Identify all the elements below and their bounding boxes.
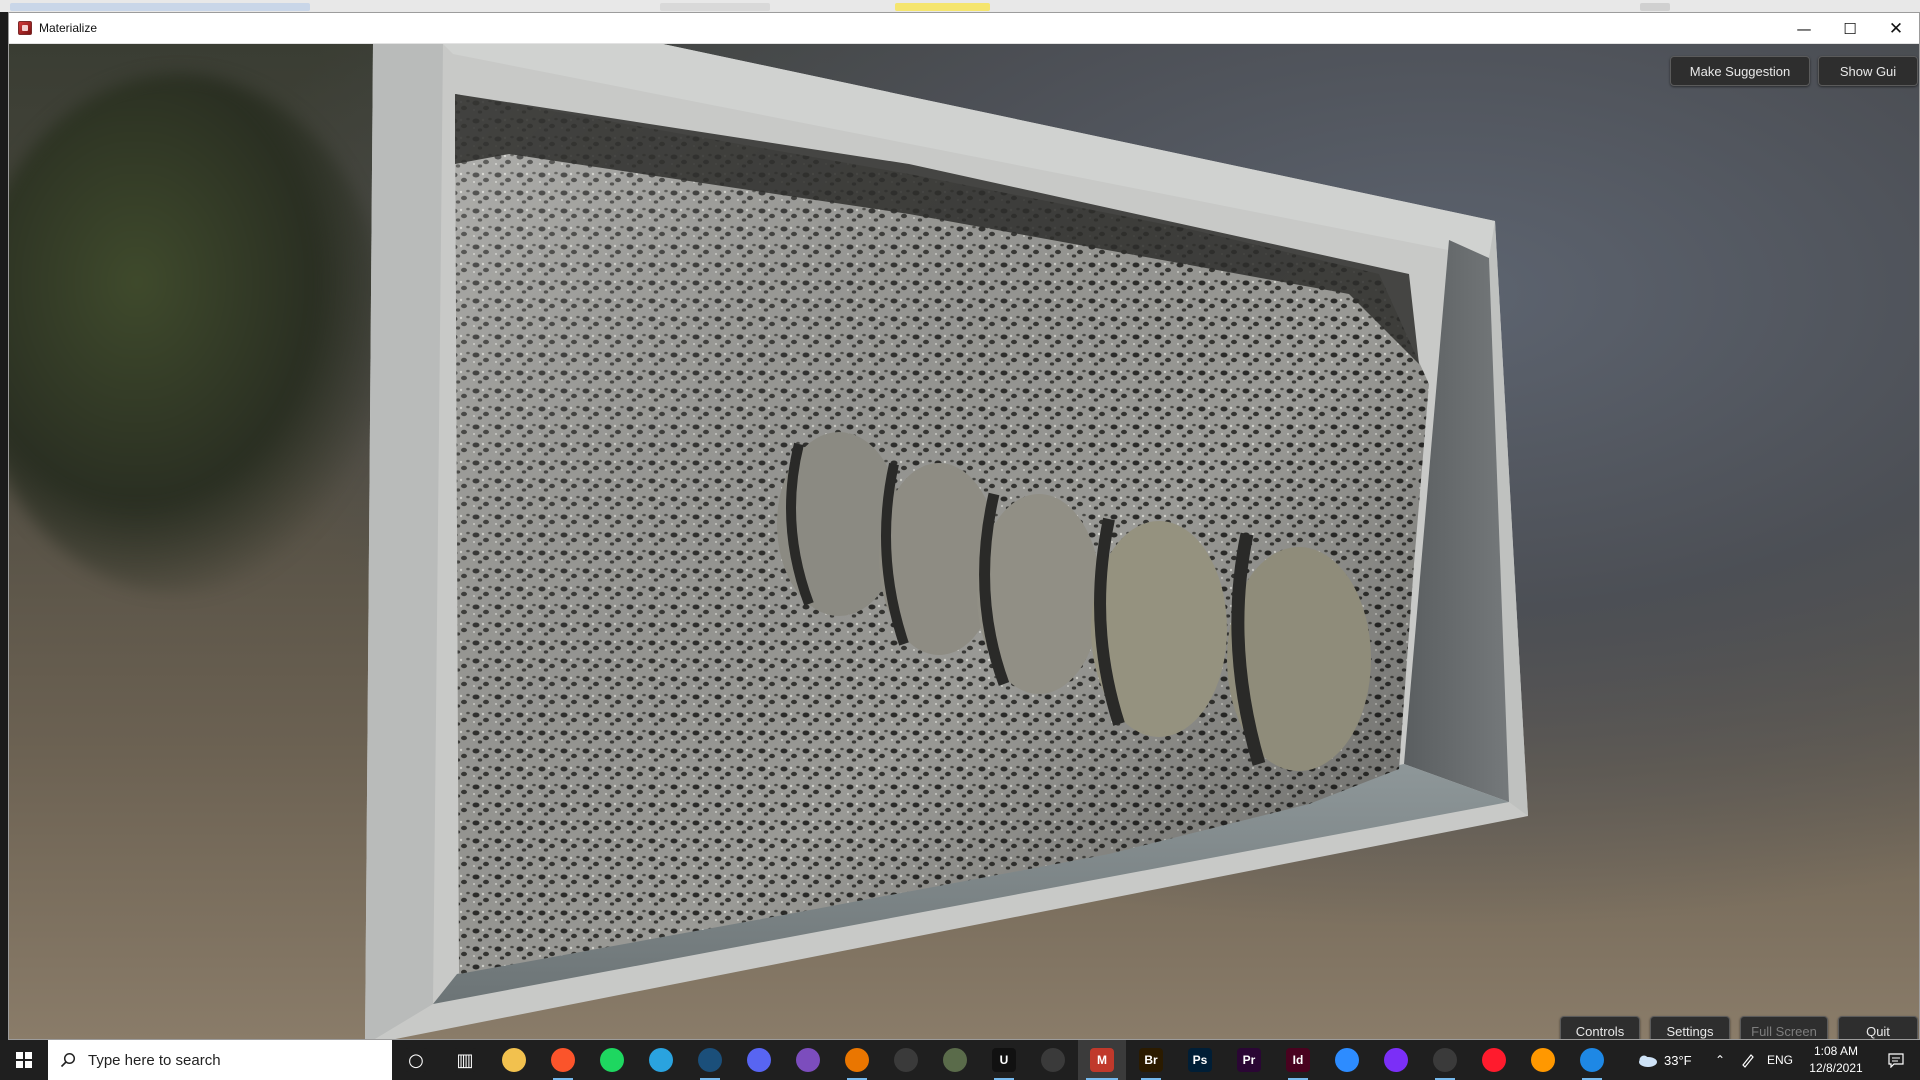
- action-center-button[interactable]: [1876, 1040, 1916, 1080]
- weather-temperature: 33°F: [1664, 1052, 1692, 1068]
- pen-icon: [1742, 1054, 1754, 1068]
- opera-icon: [1482, 1048, 1506, 1072]
- search-icon: [60, 1052, 76, 1068]
- taskbar-button-browser-blue[interactable]: [1568, 1040, 1616, 1080]
- books-icon: [1433, 1048, 1457, 1072]
- file-explorer-icon: [502, 1048, 526, 1072]
- taskbar-button-visual-studio-code[interactable]: [882, 1040, 930, 1080]
- quit-button[interactable]: Quit: [1838, 1016, 1918, 1039]
- taskbar-button-task-view[interactable]: ▥: [441, 1040, 489, 1080]
- taskbar-button-materialize-taskbar[interactable]: M: [1078, 1040, 1126, 1080]
- taskbar-button-spotify[interactable]: [588, 1040, 636, 1080]
- taskbar-button-github-desktop[interactable]: [784, 1040, 832, 1080]
- title-bar[interactable]: Materialize — ☐ ✕: [9, 13, 1919, 44]
- taskbar-button-file-explorer[interactable]: [490, 1040, 538, 1080]
- taskbar-button-bridge[interactable]: Br: [1127, 1040, 1175, 1080]
- photoshop-icon: Ps: [1188, 1048, 1212, 1072]
- taskbar-button-opera[interactable]: [1470, 1040, 1518, 1080]
- minimize-button[interactable]: —: [1781, 13, 1827, 44]
- maximize-button[interactable]: ☐: [1827, 13, 1873, 44]
- task-view-icon: ▥: [453, 1048, 477, 1072]
- taskbar: Type here to search ○ ▥ U M Br Ps Pr Id 33°F ⌃ …: [0, 1040, 1920, 1080]
- blender-icon: [845, 1048, 869, 1072]
- unreal-engine-icon: U: [992, 1048, 1016, 1072]
- edge-icon: [1041, 1048, 1065, 1072]
- zoom-icon: [1335, 1048, 1359, 1072]
- search-placeholder: Type here to search: [88, 1052, 221, 1069]
- frame-left-face: [365, 44, 443, 1039]
- taskbar-button-books[interactable]: [1421, 1040, 1469, 1080]
- taskbar-button-telegram[interactable]: [637, 1040, 685, 1080]
- telegram-icon: [649, 1048, 673, 1072]
- taskbar-button-brave[interactable]: [539, 1040, 587, 1080]
- show-gui-button[interactable]: Show Gui: [1818, 56, 1918, 86]
- window-title: Materialize: [39, 21, 98, 35]
- taskbar-button-steam[interactable]: [686, 1040, 734, 1080]
- visual-studio-code-icon: [894, 1048, 918, 1072]
- taskbar-button-edge[interactable]: [1029, 1040, 1077, 1080]
- spotify-icon: [600, 1048, 624, 1072]
- materialize-taskbar-icon: M: [1090, 1048, 1114, 1072]
- steam-icon: [698, 1048, 722, 1072]
- bridge-icon: Br: [1139, 1048, 1163, 1072]
- taskbar-button-indesign[interactable]: Id: [1274, 1040, 1322, 1080]
- make-suggestion-button[interactable]: Make Suggestion: [1670, 56, 1810, 86]
- taskbar-button-zoom[interactable]: [1323, 1040, 1371, 1080]
- close-button[interactable]: ✕: [1873, 13, 1919, 44]
- settings-button[interactable]: Settings: [1650, 1016, 1730, 1039]
- clock-date: 12/8/2021: [1809, 1061, 1863, 1075]
- pen-workspace-icon[interactable]: [1738, 1040, 1758, 1080]
- taskbar-button-cortana[interactable]: ○: [392, 1040, 440, 1080]
- cloudy-night-icon: [1639, 1055, 1657, 1067]
- full-screen-button[interactable]: Full Screen: [1740, 1016, 1828, 1039]
- materialize-window: Materialize — ☐ ✕ Make Suggestion Show G…: [8, 12, 1920, 1040]
- discord-icon: [747, 1048, 771, 1072]
- taskbar-button-premiere[interactable]: Pr: [1225, 1040, 1273, 1080]
- brave-icon: [551, 1048, 575, 1072]
- taskbar-button-blender[interactable]: [833, 1040, 881, 1080]
- github-desktop-icon: [796, 1048, 820, 1072]
- taskbar-button-unreal-engine[interactable]: U: [980, 1040, 1028, 1080]
- 3d-viewport[interactable]: Make Suggestion Show Gui Controls Settin…: [9, 44, 1920, 1040]
- controls-button[interactable]: Controls: [1560, 1016, 1640, 1039]
- background-window-strip: [0, 0, 1920, 12]
- materialize-icon: [18, 21, 32, 35]
- indesign-icon: Id: [1286, 1048, 1310, 1072]
- taskbar-button-podcast[interactable]: [1372, 1040, 1420, 1080]
- taskbar-button-sublime-text[interactable]: [1519, 1040, 1567, 1080]
- taskbar-button-photoshop[interactable]: Ps: [1176, 1040, 1224, 1080]
- show-hidden-icons-chevron-icon[interactable]: ⌃: [1712, 1040, 1728, 1080]
- material-preview-scene[interactable]: [9, 44, 1920, 1040]
- search-box[interactable]: Type here to search: [48, 1040, 392, 1080]
- sublime-text-icon: [1531, 1048, 1555, 1072]
- weather-widget[interactable]: 33°F: [1636, 1040, 1696, 1080]
- premiere-icon: Pr: [1237, 1048, 1261, 1072]
- browser-blue-icon: [1580, 1048, 1604, 1072]
- start-button[interactable]: [0, 1040, 48, 1080]
- podcast-icon: [1384, 1048, 1408, 1072]
- taskbar-button-discord[interactable]: [735, 1040, 783, 1080]
- windows-logo-icon: [16, 1052, 32, 1068]
- clock-time: 1:08 AM: [1813, 1044, 1859, 1058]
- notification-icon: [1888, 1053, 1904, 1068]
- language-indicator[interactable]: ENG: [1765, 1040, 1795, 1080]
- substance-icon: [943, 1048, 967, 1072]
- taskbar-button-substance[interactable]: [931, 1040, 979, 1080]
- clock[interactable]: 1:08 AM 12/8/2021: [1792, 1043, 1880, 1077]
- cortana-icon: ○: [404, 1048, 428, 1072]
